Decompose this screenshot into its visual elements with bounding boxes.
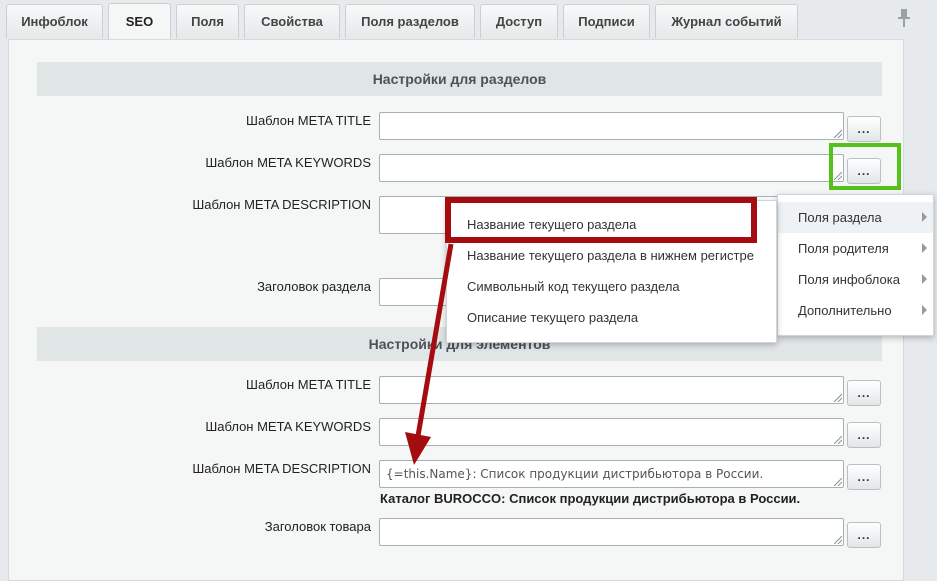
tab-bar: Инфоблок SEO Поля Свойства Поля разделов…: [0, 0, 937, 40]
tab-access[interactable]: Доступ: [480, 4, 558, 38]
submenu-arrow-icon: [922, 274, 927, 284]
meta-description-preview: Каталог BUROCCO: Список продукции дистри…: [380, 491, 801, 506]
menu-item-label: Поля раздела: [798, 210, 882, 225]
element-meta-description-value: {=this.Name}: Список продукции дистрибью…: [386, 467, 764, 481]
submenu-arrow-icon: [922, 243, 927, 253]
tab-fields[interactable]: Поля: [176, 4, 239, 38]
submenu-arrow-icon: [922, 212, 927, 222]
section-meta-title-field[interactable]: [379, 112, 844, 140]
element-heading-insert-button[interactable]: ...: [847, 522, 881, 548]
element-meta-keywords-field[interactable]: [379, 418, 844, 446]
element-meta-title-insert-button[interactable]: ...: [847, 380, 881, 406]
menu-item-section-description[interactable]: Описание текущего раздела: [447, 302, 754, 333]
menu-item-label: Поля инфоблока: [798, 272, 900, 287]
section-meta-title-insert-button[interactable]: ...: [847, 116, 881, 142]
tab-seo[interactable]: SEO: [108, 3, 171, 39]
menu-item-section-fields[interactable]: Поля раздела: [778, 202, 933, 233]
section-meta-keywords-field[interactable]: [379, 154, 844, 182]
insert-button-highlight: [829, 143, 901, 190]
section-meta-description-label: Шаблон META DESCRIPTION: [192, 197, 371, 212]
tab-event-log[interactable]: Журнал событий: [655, 4, 798, 38]
menu-item-label: Описание текущего раздела: [467, 310, 639, 325]
element-meta-title-label: Шаблон META TITLE: [246, 377, 371, 392]
element-meta-description-field[interactable]: {=this.Name}: Список продукции дистрибью…: [379, 460, 844, 488]
menu-item-section-code[interactable]: Символьный код текущего раздела: [447, 271, 754, 302]
resize-grip-icon[interactable]: [834, 536, 842, 544]
menu-item-label: Поля родителя: [798, 241, 889, 256]
resize-grip-icon[interactable]: [834, 478, 842, 486]
section-meta-title-label: Шаблон META TITLE: [246, 113, 371, 128]
menu-item-section-name-lowercase[interactable]: Название текущего раздела в нижнем регис…: [447, 240, 754, 271]
submenu-arrow-icon: [922, 305, 927, 315]
resize-grip-icon[interactable]: [834, 436, 842, 444]
menu-item-additional[interactable]: Дополнительно: [778, 295, 933, 326]
element-meta-description-insert-button[interactable]: ...: [847, 464, 881, 490]
tab-properties[interactable]: Свойства: [244, 4, 340, 38]
element-meta-keywords-label: Шаблон META KEYWORDS: [205, 419, 371, 434]
menu-item-label: Дополнительно: [798, 303, 892, 318]
section-heading-label: Заголовок раздела: [257, 279, 371, 294]
element-heading-label: Заголовок товара: [264, 519, 371, 534]
element-heading-field[interactable]: [379, 518, 844, 546]
tab-section-fields[interactable]: Поля разделов: [345, 4, 475, 38]
pin-icon[interactable]: [896, 8, 912, 28]
element-meta-description-label: Шаблон META DESCRIPTION: [192, 461, 371, 476]
menu-item-parent-fields[interactable]: Поля родителя: [778, 233, 933, 264]
element-meta-keywords-insert-button[interactable]: ...: [847, 422, 881, 448]
resize-grip-icon[interactable]: [834, 394, 842, 402]
selected-item-highlight: [445, 197, 757, 243]
tab-infoblock[interactable]: Инфоблок: [6, 4, 103, 38]
menu-item-label: Символьный код текущего раздела: [467, 279, 680, 294]
menu-item-label: Название текущего раздела в нижнем регис…: [467, 248, 754, 263]
resize-grip-icon[interactable]: [834, 130, 842, 138]
section-settings-header: Настройки для разделов: [37, 62, 882, 96]
element-meta-title-field[interactable]: [379, 376, 844, 404]
menu-item-infoblock-fields[interactable]: Поля инфоблока: [778, 264, 933, 295]
insert-category-menu: Поля раздела Поля родителя Поля инфоблок…: [777, 194, 934, 336]
section-meta-keywords-label: Шаблон META KEYWORDS: [205, 155, 371, 170]
tab-captions[interactable]: Подписи: [563, 4, 650, 38]
